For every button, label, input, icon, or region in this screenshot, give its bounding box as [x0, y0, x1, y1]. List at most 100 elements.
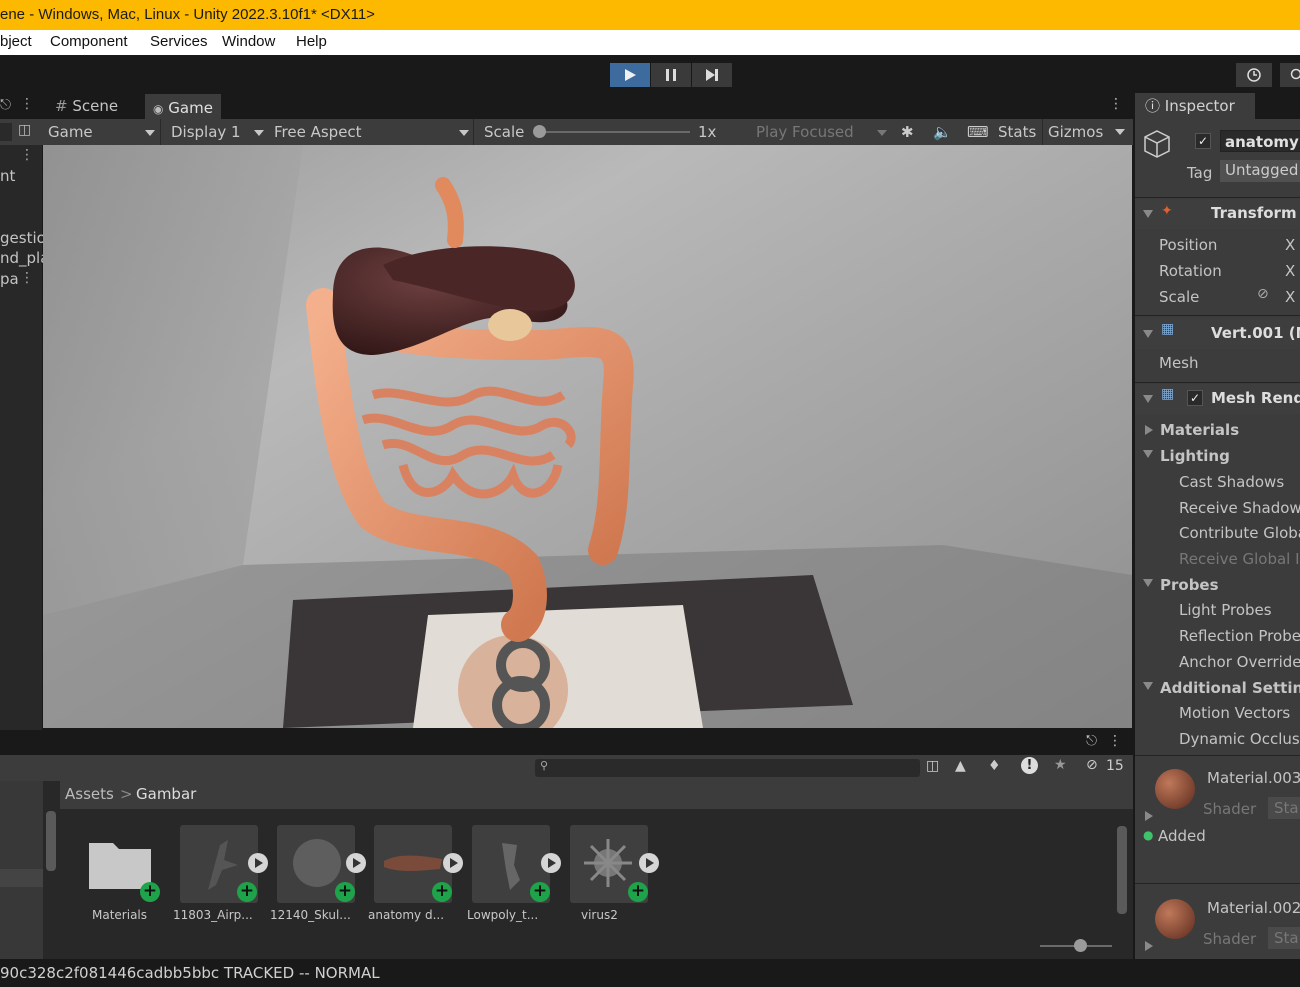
kebab-icon[interactable]: ⋮ [20, 96, 34, 112]
display-dropdown[interactable]: Display 1 [171, 123, 266, 141]
scale-slider-handle[interactable] [533, 125, 546, 138]
asset-label[interactable]: 12140_Skul... [270, 908, 351, 922]
aspect-dropdown[interactable]: Free Aspect [274, 123, 470, 141]
breadcrumb: Assets > Gambar [60, 781, 1133, 809]
gizmos-button[interactable]: Gizmos [1048, 123, 1103, 141]
scale-x-label[interactable]: X [1285, 288, 1295, 306]
play-focused-dropdown[interactable]: Play Focused [756, 123, 896, 141]
asset-label[interactable]: virus2 [581, 908, 618, 922]
hierarchy-item-fragment[interactable]: nd_pla [0, 249, 49, 267]
lighting-foldout[interactable]: Lighting [1160, 447, 1230, 465]
rotation-x-label[interactable]: X [1285, 262, 1295, 280]
speaker-icon[interactable]: 🔈 [933, 123, 952, 141]
gizmos-dropdown-icon[interactable] [1115, 129, 1125, 135]
hierarchy-layout-icon[interactable]: ◫ [18, 122, 31, 138]
tab-scene[interactable]: # Scene [47, 94, 126, 119]
play-icon[interactable] [639, 853, 659, 873]
project-search-input[interactable]: ⚲ [535, 759, 920, 777]
component-header-mesh-renderer[interactable]: ▦ ✓ Mesh Rende [1135, 384, 1300, 414]
hierarchy-item-fragment[interactable]: gestio [0, 229, 46, 247]
chevron-down-icon[interactable] [1143, 450, 1153, 458]
chevron-right-icon[interactable] [1145, 941, 1153, 951]
materials-foldout[interactable]: Materials [1160, 421, 1239, 439]
info-icon: ⓘ [1145, 97, 1161, 115]
object-name-field[interactable]: anatomy [1220, 130, 1300, 152]
play-button[interactable] [610, 63, 650, 87]
position-x-label[interactable]: X [1285, 236, 1295, 254]
tree-scrollbar[interactable] [46, 811, 56, 871]
chevron-down-icon[interactable] [1143, 579, 1153, 587]
history-button[interactable] [1236, 63, 1272, 87]
kebab-icon[interactable]: ⋮ [20, 270, 34, 286]
active-checkbox[interactable]: ✓ [1195, 133, 1211, 149]
chevron-down-icon[interactable] [1143, 682, 1153, 690]
tab-game[interactable]: ◉ Game [145, 94, 221, 119]
game-mode-dropdown[interactable]: Game [48, 123, 158, 141]
icon-size-slider-handle[interactable] [1074, 939, 1087, 952]
search-button[interactable] [1280, 63, 1300, 87]
view-tab-bar: # Scene ◉ Game ⋮ [43, 93, 1133, 119]
chevron-right-icon[interactable] [1145, 811, 1153, 821]
bug-icon[interactable]: ✱ [901, 123, 914, 141]
probes-foldout[interactable]: Probes [1160, 576, 1219, 594]
tab-inspector[interactable]: ⓘ Inspector [1135, 93, 1255, 119]
component-header-transform[interactable]: ✦ Transform [1135, 199, 1300, 229]
kebab-icon[interactable]: ⋮ [1109, 96, 1123, 112]
component-header-mesh-filter[interactable]: ▦ Vert.001 (M [1135, 319, 1300, 349]
hierarchy-item-fragment[interactable]: pa [0, 270, 19, 288]
play-icon[interactable] [541, 853, 561, 873]
pause-icon [666, 69, 676, 81]
shader-dropdown[interactable]: Stan [1268, 927, 1300, 949]
chevron-down-icon [459, 130, 469, 136]
asset-grid-scrollbar[interactable] [1117, 826, 1127, 914]
warning-filter-icon[interactable]: ! [1021, 757, 1038, 774]
asset-label[interactable]: anatomy d... [368, 908, 444, 922]
scale-slider-track[interactable] [540, 131, 690, 133]
play-icon[interactable] [248, 853, 268, 873]
menu-item-gameobject[interactable]: bject [0, 33, 32, 50]
lock-icon[interactable]: ⎋ [1086, 733, 1097, 749]
filter-type-icon[interactable]: ▲ [955, 758, 966, 774]
play-icon[interactable] [346, 853, 366, 873]
menu-item-help[interactable]: Help [296, 33, 327, 50]
status-message[interactable]: 90c328c2f081446cadbb5bbc TRACKED -- NORM… [0, 964, 380, 982]
keyboard-icon[interactable]: ⌨ [967, 123, 989, 141]
hidden-eye-icon[interactable]: ⊘ [1086, 757, 1098, 773]
asset-label[interactable]: 11803_Airp... [173, 908, 253, 922]
chevron-right-icon[interactable] [1145, 425, 1153, 435]
asset-label[interactable]: Lowpoly_t... [467, 908, 538, 922]
pause-button[interactable] [651, 63, 691, 87]
constrain-proportions-icon[interactable]: ⊘ [1257, 286, 1269, 302]
stats-button[interactable]: Stats [998, 123, 1036, 141]
reflection-probes-label: Reflection Probe [1179, 627, 1300, 645]
asset-label[interactable]: Materials [92, 908, 147, 922]
kebab-icon[interactable]: ⋮ [20, 147, 34, 163]
play-icon[interactable] [443, 853, 463, 873]
material-preview-sphere[interactable] [1155, 769, 1195, 809]
menu-item-component[interactable]: Component [50, 33, 128, 50]
breadcrumb-gambar[interactable]: Gambar [136, 785, 196, 803]
label-icon[interactable]: ♦ [988, 758, 1001, 774]
transform-icon: ✦ [1161, 203, 1173, 219]
hierarchy-tab-strip: ⎋ ⋮ [0, 93, 43, 119]
search-by-type-icon[interactable]: ◫ [926, 758, 939, 774]
folder-tree-selected-row[interactable] [0, 869, 43, 887]
menu-item-services[interactable]: Services [150, 33, 208, 50]
additional-settings-foldout[interactable]: Additional Settings [1160, 679, 1300, 697]
lock-icon[interactable]: ⎋ [0, 97, 11, 113]
game-viewport[interactable] [43, 145, 1132, 728]
chevron-down-icon [1143, 395, 1153, 403]
breadcrumb-assets[interactable]: Assets [65, 785, 114, 803]
tag-dropdown[interactable]: Untagged [1220, 160, 1300, 182]
mesh-renderer-enabled-checkbox[interactable]: ✓ [1187, 390, 1203, 406]
add-icon: + [335, 882, 355, 902]
shader-dropdown[interactable]: Stan [1268, 797, 1300, 819]
material-preview-sphere[interactable] [1155, 899, 1195, 939]
hierarchy-item-fragment[interactable]: nt [0, 167, 15, 185]
motion-vectors-label: Motion Vectors [1179, 704, 1291, 722]
hierarchy-search-input[interactable] [0, 123, 12, 141]
kebab-icon[interactable]: ⋮ [1108, 733, 1122, 749]
favorite-star-icon[interactable]: ★ [1054, 757, 1067, 773]
step-button[interactable] [692, 63, 732, 87]
menu-item-window[interactable]: Window [222, 33, 275, 50]
